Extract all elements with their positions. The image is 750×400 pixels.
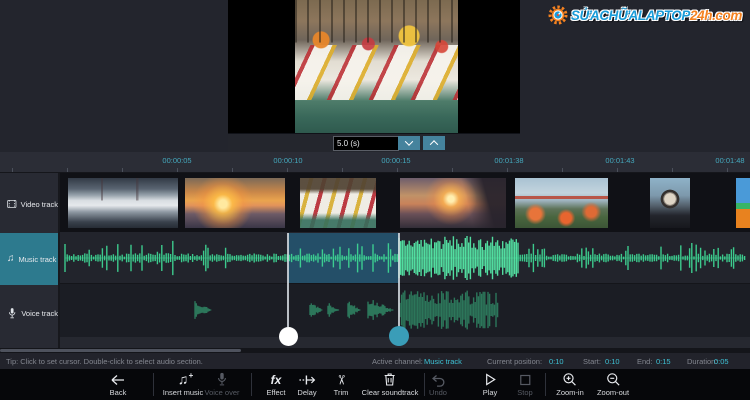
selection-handle-left[interactable] bbox=[279, 327, 298, 346]
active-channel-value: Music track bbox=[424, 357, 462, 366]
music-track-label: Music track bbox=[18, 254, 57, 264]
selection-handle-right[interactable] bbox=[389, 326, 409, 346]
scrollbar-thumb[interactable] bbox=[0, 349, 241, 352]
undo-icon bbox=[432, 375, 445, 387]
chevron-up-icon bbox=[429, 140, 439, 149]
clip-duration-input[interactable] bbox=[333, 136, 399, 151]
insert-music-button[interactable]: ♫ + Insert music bbox=[163, 370, 203, 397]
chevron-down-icon bbox=[404, 137, 414, 146]
ruler-tick: 00:00:10 bbox=[273, 156, 303, 165]
track-sidebar: Video track ♫ Music track Voice track bbox=[0, 173, 60, 348]
selection-guide-right bbox=[398, 233, 400, 327]
music-waveform[interactable] bbox=[60, 232, 750, 284]
site-watermark: SỬACHỮALAPTOP24h.com bbox=[548, 5, 742, 25]
film-icon bbox=[7, 199, 17, 209]
trim-button[interactable]: ✂ Trim bbox=[334, 370, 349, 397]
logo-text-primary: SỬACHỮALAPTOP bbox=[570, 7, 691, 23]
microphone-icon bbox=[218, 372, 226, 386]
video-clip-thumbnail-fog-bridge[interactable] bbox=[68, 178, 178, 228]
trash-icon bbox=[384, 373, 395, 386]
stop-icon bbox=[519, 374, 531, 386]
voice-over-button[interactable]: Voice over bbox=[204, 370, 240, 397]
timeline-ruler[interactable]: 00:00:05 00:00:10 00:00:15 00:01:38 00:0… bbox=[0, 152, 750, 173]
zoom-in-icon bbox=[563, 373, 577, 386]
microphone-icon bbox=[8, 307, 16, 318]
status-tip: Tip: Click to set cursor. Double-click t… bbox=[6, 357, 203, 366]
fx-icon: fx bbox=[270, 373, 282, 387]
video-clip-thumbnail-sunset[interactable] bbox=[185, 178, 285, 228]
zoom-out-icon bbox=[606, 373, 620, 386]
back-button[interactable]: Back bbox=[110, 370, 127, 397]
preview-controls-bar bbox=[228, 133, 520, 152]
ruler-tick: 00:01:38 bbox=[494, 156, 524, 165]
voice-track-header[interactable]: Voice track bbox=[0, 287, 58, 339]
start-label: Start: bbox=[583, 357, 601, 366]
duration-decrease-button[interactable] bbox=[398, 136, 420, 150]
bottom-toolbar: Back ♫ + Insert music Voice over fx Effec… bbox=[0, 369, 750, 400]
duration-increase-button[interactable] bbox=[423, 136, 445, 150]
end-value: 0:15 bbox=[656, 357, 671, 366]
ruler-tick: 00:01:43 bbox=[605, 156, 635, 165]
undo-button[interactable]: Undo bbox=[429, 370, 447, 397]
current-position-label: Current position: bbox=[487, 357, 543, 366]
delay-button[interactable]: Delay bbox=[297, 370, 317, 397]
video-track-header[interactable]: Video track bbox=[0, 178, 58, 230]
duration-label: Duration: bbox=[687, 357, 718, 366]
zoom-in-button[interactable]: Zoom-in bbox=[556, 370, 584, 397]
toolbar-divider bbox=[545, 373, 546, 396]
video-clip-thumbnail-partial[interactable] bbox=[736, 178, 750, 228]
video-clip-thumbnail-wharf-sign[interactable] bbox=[650, 178, 690, 228]
preview-frame-boats bbox=[295, 0, 458, 133]
video-track-label: Video track bbox=[20, 199, 58, 209]
toolbar-divider bbox=[153, 373, 154, 396]
video-clip-thumbnail-bridge-flowers[interactable] bbox=[515, 178, 608, 228]
play-button[interactable]: Play bbox=[483, 370, 497, 397]
ruler-tick: 00:00:15 bbox=[381, 156, 411, 165]
start-value: 0:10 bbox=[605, 357, 620, 366]
clear-soundtrack-button[interactable]: Clear soundtrack bbox=[362, 370, 418, 397]
logo-text-secondary: 24h.com bbox=[690, 7, 742, 23]
scissors-icon: ✂ bbox=[334, 374, 349, 386]
ruler-tick: 00:01:48 bbox=[715, 156, 745, 165]
duration-value: 0:05 bbox=[714, 357, 729, 366]
ruler-tick-marks bbox=[0, 168, 750, 172]
music-note-plus-icon: ♫ + bbox=[177, 371, 194, 387]
active-channel-label: Active channel: bbox=[372, 357, 423, 366]
current-position-value: 0:10 bbox=[549, 357, 564, 366]
voice-track-label: Voice track bbox=[21, 308, 58, 318]
end-label: End: bbox=[637, 357, 653, 366]
selection-guide-left bbox=[287, 233, 289, 327]
timeline-footer-area bbox=[0, 337, 750, 348]
video-editor-app: SỬACHỮALAPTOP24h.com 00:00:05 00:00:10 0… bbox=[0, 0, 750, 400]
status-bar: Tip: Click to set cursor. Double-click t… bbox=[0, 353, 750, 369]
effect-button[interactable]: fx Effect bbox=[266, 370, 285, 398]
stop-button[interactable]: Stop bbox=[517, 370, 533, 397]
delay-icon bbox=[299, 375, 315, 385]
ruler-tick: 00:00:05 bbox=[162, 156, 192, 165]
video-clip-thumbnail-beach-sunset[interactable] bbox=[400, 178, 506, 228]
toolbar-divider bbox=[251, 373, 252, 396]
back-arrow-icon bbox=[111, 375, 124, 385]
play-icon bbox=[485, 373, 496, 386]
toolbar-divider bbox=[424, 373, 425, 396]
music-note-icon: ♫ bbox=[7, 253, 15, 264]
music-track-header[interactable]: ♫ Music track bbox=[0, 233, 58, 285]
gear-icon bbox=[548, 5, 568, 25]
video-clip-thumbnail-boats[interactable] bbox=[300, 178, 376, 228]
zoom-out-button[interactable]: Zoom-out bbox=[597, 370, 629, 397]
preview-stage bbox=[228, 0, 520, 133]
